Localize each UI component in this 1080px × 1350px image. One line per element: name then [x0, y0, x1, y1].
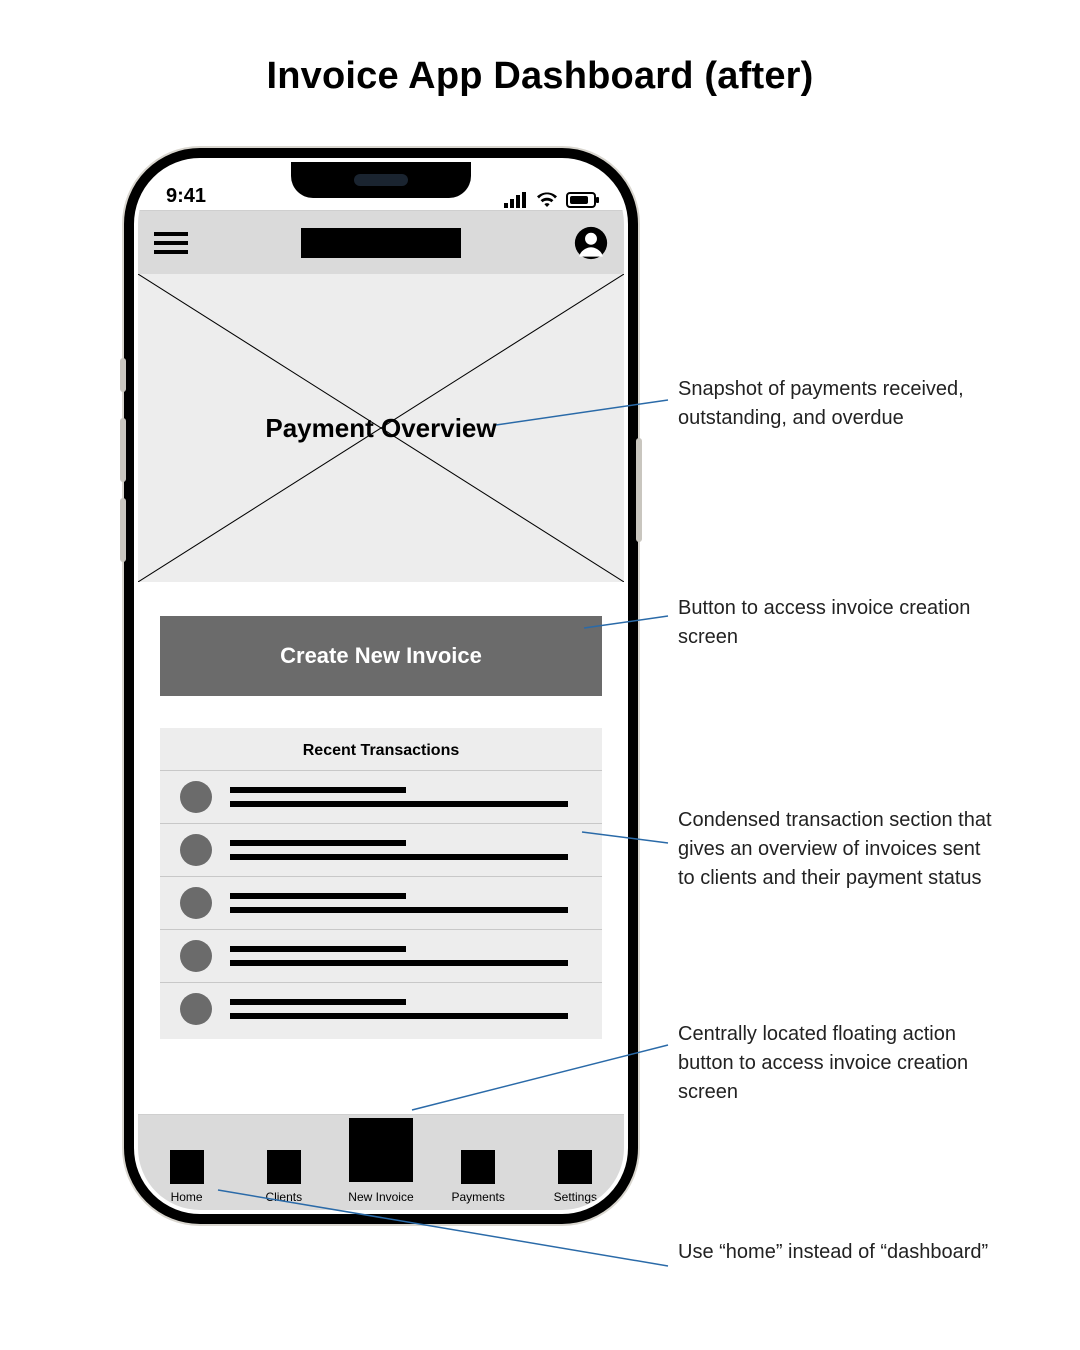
- transaction-row[interactable]: [160, 770, 602, 823]
- payment-overview-card[interactable]: Payment Overview: [138, 274, 624, 582]
- transaction-row[interactable]: [160, 982, 602, 1035]
- nav-label: Settings: [540, 1190, 610, 1204]
- annotation: Condensed transaction section that gives…: [678, 806, 998, 893]
- status-time: 9:41: [166, 185, 206, 208]
- transaction-avatar: [180, 834, 212, 866]
- nav-label: New Invoice: [346, 1190, 416, 1204]
- app-title-placeholder: [301, 228, 461, 258]
- profile-icon[interactable]: [574, 226, 608, 260]
- phone-side-button: [636, 438, 642, 542]
- recent-transactions: Recent Transactions: [160, 728, 602, 1039]
- nav-item-clients[interactable]: Clients: [249, 1150, 319, 1204]
- annotation: Button to access invoice creation screen: [678, 594, 998, 652]
- nav-item-payments[interactable]: Payments: [443, 1150, 513, 1204]
- phone-screen: 9:41 Payment Overview: [138, 162, 624, 1210]
- status-right: [504, 192, 596, 208]
- nav-label: Home: [152, 1190, 222, 1204]
- nav-icon: [267, 1150, 301, 1184]
- transaction-avatar: [180, 993, 212, 1025]
- transaction-text: [230, 999, 582, 1019]
- menu-icon[interactable]: [154, 232, 188, 254]
- phone-frame: 9:41 Payment Overview: [124, 148, 638, 1224]
- payment-overview-title: Payment Overview: [265, 413, 496, 444]
- nav-item-settings[interactable]: Settings: [540, 1150, 610, 1204]
- app-bar: [138, 210, 624, 274]
- annotation: Snapshot of payments received, outstandi…: [678, 375, 998, 433]
- phone-side-button: [120, 498, 126, 562]
- annotation: Centrally located floating action button…: [678, 1020, 998, 1107]
- create-invoice-button[interactable]: Create New Invoice: [160, 616, 602, 696]
- transaction-row[interactable]: [160, 929, 602, 982]
- nav-label: Payments: [443, 1190, 513, 1204]
- nav-label: Clients: [249, 1190, 319, 1204]
- signal-icon: [504, 192, 528, 208]
- fab-icon: [349, 1118, 413, 1182]
- phone-notch: [291, 162, 471, 198]
- phone-side-button: [120, 358, 126, 392]
- transaction-text: [230, 893, 582, 913]
- nav-item-new-invoice[interactable]: New Invoice: [346, 1118, 416, 1204]
- bottom-nav: Home Clients New Invoice Payments Settings: [138, 1114, 624, 1210]
- battery-icon: [566, 192, 596, 208]
- wifi-icon: [536, 192, 558, 208]
- transaction-text: [230, 946, 582, 966]
- annotation: Use “home” instead of “dashboard”: [678, 1238, 998, 1267]
- transaction-avatar: [180, 781, 212, 813]
- page-title: Invoice App Dashboard (after): [0, 0, 1080, 98]
- nav-item-home[interactable]: Home: [152, 1150, 222, 1204]
- nav-icon: [461, 1150, 495, 1184]
- nav-icon: [170, 1150, 204, 1184]
- nav-icon: [558, 1150, 592, 1184]
- transaction-avatar: [180, 940, 212, 972]
- phone-side-button: [120, 418, 126, 482]
- transaction-avatar: [180, 887, 212, 919]
- recent-transactions-title: Recent Transactions: [160, 742, 602, 760]
- transaction-row[interactable]: [160, 876, 602, 929]
- transaction-text: [230, 787, 582, 807]
- transaction-text: [230, 840, 582, 860]
- transaction-row[interactable]: [160, 823, 602, 876]
